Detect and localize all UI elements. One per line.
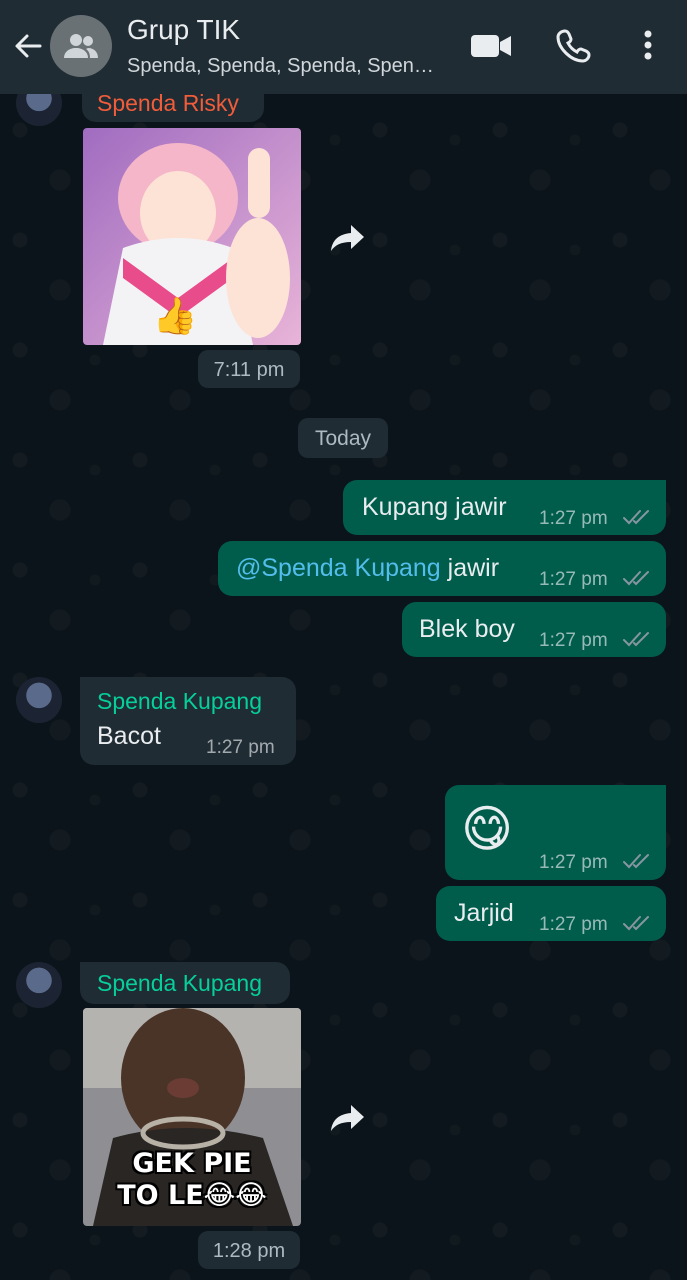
- message-timestamp: 1:28 pm: [198, 1231, 300, 1269]
- voice-call-icon[interactable]: [556, 27, 592, 68]
- read-receipt-icon: [622, 507, 652, 532]
- video-call-icon[interactable]: [469, 27, 513, 68]
- incoming-message[interactable]: Spenda Kupang Bacot 1:27 pm: [80, 677, 296, 765]
- message-text: Kupang jawir: [362, 493, 507, 521]
- sticker-image[interactable]: 👍: [83, 128, 301, 345]
- chat-participants[interactable]: Spenda, Spenda, Spenda, Spen…: [127, 55, 447, 78]
- outgoing-message[interactable]: @Spenda Kupang jawir 1:27 pm: [218, 541, 666, 596]
- message-time: 1:27 pm: [206, 737, 275, 758]
- forward-icon[interactable]: [329, 221, 367, 258]
- sender-name[interactable]: Spenda Risky: [97, 90, 239, 117]
- forward-icon[interactable]: [329, 1101, 367, 1138]
- sticker-caption-line1: GEK PIE: [132, 1148, 252, 1179]
- group-icon: [64, 34, 98, 58]
- message-emoji: 😋: [461, 801, 514, 857]
- read-receipt-icon: [622, 851, 652, 876]
- message-text: Blek boy: [419, 615, 515, 643]
- sender-name[interactable]: Spenda Kupang: [97, 688, 262, 715]
- message-text: Jarjid: [454, 899, 514, 927]
- sender-avatar[interactable]: [16, 677, 62, 723]
- sender-name-tag: Spenda Kupang: [80, 962, 290, 1004]
- date-divider: Today: [298, 418, 388, 458]
- message-text: Bacot: [97, 722, 161, 750]
- message-time: 1:27 pm: [539, 508, 608, 529]
- sender-name[interactable]: Spenda Kupang: [97, 970, 262, 997]
- outgoing-message[interactable]: Blek boy 1:27 pm: [402, 602, 666, 657]
- sender-avatar[interactable]: [16, 962, 62, 1008]
- read-receipt-icon: [622, 629, 652, 654]
- menu-more-icon[interactable]: [636, 28, 660, 69]
- read-receipt-icon: [622, 568, 652, 593]
- sticker-caption-line2: TO LE😂😂: [117, 1180, 267, 1211]
- mention-link[interactable]: @Spenda Kupang: [236, 554, 441, 582]
- message-time: 1:27 pm: [539, 569, 608, 590]
- outgoing-message[interactable]: Kupang jawir 1:27 pm: [343, 480, 666, 535]
- outgoing-message[interactable]: 😋 1:27 pm: [445, 785, 666, 880]
- chat-title[interactable]: Grup TIK: [127, 14, 240, 46]
- group-avatar[interactable]: [50, 15, 112, 77]
- message-timestamp: 7:11 pm: [198, 350, 300, 388]
- outgoing-message[interactable]: Jarjid 1:27 pm: [436, 886, 666, 941]
- message-time: 1:27 pm: [539, 914, 608, 935]
- message-time: 1:27 pm: [539, 852, 608, 873]
- message-text-rest: jawir: [440, 554, 500, 582]
- message-text: @Spenda Kupang jawir: [236, 554, 499, 583]
- back-arrow-icon[interactable]: [10, 28, 46, 64]
- chat-header: Grup TIK Spenda, Spenda, Spenda, Spen…: [0, 0, 687, 94]
- sticker-image[interactable]: GEK PIE TO LE😂😂: [83, 1008, 301, 1226]
- read-receipt-icon: [622, 913, 652, 938]
- svg-text:👍: 👍: [153, 295, 198, 336]
- message-time: 1:27 pm: [539, 630, 608, 651]
